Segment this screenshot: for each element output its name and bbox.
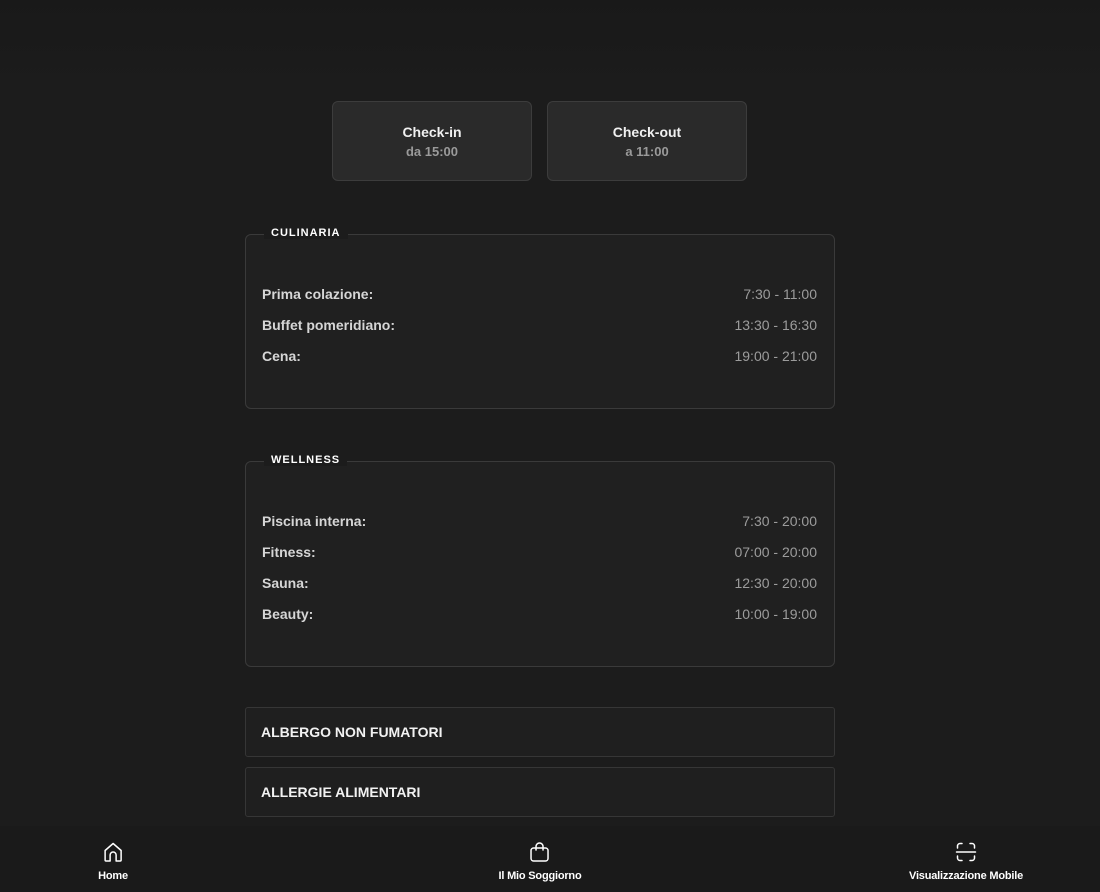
nav-mobile-label: Visualizzazione Mobile xyxy=(909,870,1023,882)
checkin-value: da 15:00 xyxy=(405,143,459,159)
schedule-hours: 13:30 - 16:30 xyxy=(734,316,817,333)
checkin-card: Check-in da 15:00 xyxy=(332,101,532,181)
checkout-card: Check-out a 11:00 xyxy=(547,101,747,181)
schedule-row: Piscina interna: 7:30 - 20:00 xyxy=(262,505,817,536)
nav-stay-button[interactable]: Il Mio Soggiorno xyxy=(499,840,582,882)
culinaria-section: CULINARIA Prima colazione: 7:30 - 11:00 … xyxy=(245,227,835,409)
nav-home-label: Home xyxy=(98,870,128,882)
section-title: WELLNESS xyxy=(264,454,348,466)
accordion-food-allergies[interactable]: ALLERGIE ALIMENTARI xyxy=(245,767,835,817)
schedule-name: Fitness: xyxy=(262,543,316,560)
bottom-nav: Home Il Mio Soggiorno Visualizzazione Mo… xyxy=(0,826,1100,892)
schedule-name: Cena: xyxy=(262,347,301,364)
schedule-name: Buffet pomeridiano: xyxy=(262,316,395,333)
schedule-hours: 7:30 - 20:00 xyxy=(742,512,817,529)
bag-icon xyxy=(530,842,550,862)
schedule-hours: 19:00 - 21:00 xyxy=(734,347,817,364)
checkin-label: Check-in xyxy=(402,123,462,140)
schedule-hours: 12:30 - 20:00 xyxy=(734,574,817,591)
checkout-value: a 11:00 xyxy=(625,143,669,159)
scan-icon xyxy=(955,842,977,862)
nav-mobile-button[interactable]: Visualizzazione Mobile xyxy=(909,840,1023,882)
schedule-row: Sauna: 12:30 - 20:00 xyxy=(262,567,817,598)
schedule-hours: 07:00 - 20:00 xyxy=(734,543,817,560)
nav-stay-label: Il Mio Soggiorno xyxy=(498,870,582,882)
schedule-name: Beauty: xyxy=(262,605,314,622)
schedule-name: Piscina interna: xyxy=(262,512,367,529)
schedule-row: Cena: 19:00 - 21:00 xyxy=(262,340,817,371)
checkout-label: Check-out xyxy=(612,123,682,140)
wellness-section: WELLNESS Piscina interna: 7:30 - 20:00 F… xyxy=(245,454,835,667)
nav-home-button[interactable]: Home xyxy=(98,840,128,882)
home-icon xyxy=(104,842,122,862)
page: Check-in da 15:00 Check-out a 11:00 CULI… xyxy=(0,0,1100,892)
schedule-name: Sauna: xyxy=(262,574,309,591)
schedule-row: Fitness: 07:00 - 20:00 xyxy=(262,536,817,567)
schedule-row: Prima colazione: 7:30 - 11:00 xyxy=(262,278,817,309)
checkin-checkout-times: Check-in da 15:00 Check-out a 11:00 xyxy=(332,101,747,181)
section-title: CULINARIA xyxy=(264,227,348,239)
accordion-non-smoking[interactable]: ALBERGO NON FUMATORI xyxy=(245,707,835,757)
schedule-hours: 10:00 - 19:00 xyxy=(734,605,817,622)
schedule-row: Beauty: 10:00 - 19:00 xyxy=(262,598,817,629)
schedule-hours: 7:30 - 11:00 xyxy=(743,285,817,302)
header-area xyxy=(0,0,1100,90)
schedule-name: Prima colazione: xyxy=(262,285,374,302)
schedule-row: Buffet pomeridiano: 13:30 - 16:30 xyxy=(262,309,817,340)
